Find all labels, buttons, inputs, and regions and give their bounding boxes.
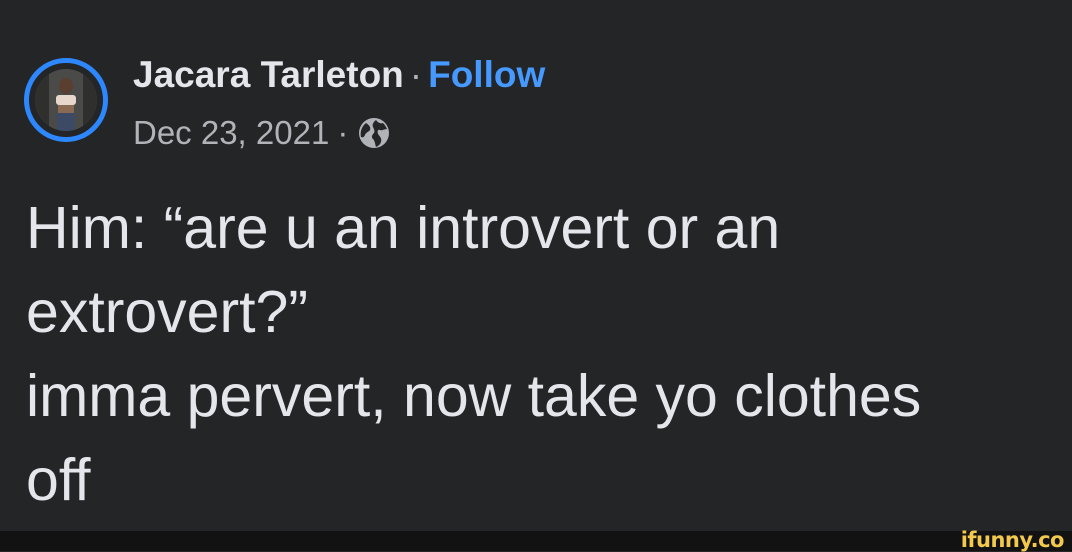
ifunny-watermark: ifunny.co — [960, 528, 1065, 552]
profile-photo — [35, 69, 97, 131]
author-separator: · — [409, 54, 423, 95]
post-meta: Dec 23, 2021 · — [133, 113, 392, 153]
post-text-line: Him: “are u an introvert or an — [26, 195, 781, 261]
globe-icon — [356, 115, 392, 151]
post-text-line: extrovert?” — [26, 279, 308, 345]
avatar[interactable] — [24, 58, 108, 142]
meta-separator: · — [337, 114, 349, 151]
post-text-line: off — [26, 447, 91, 513]
follow-button[interactable]: Follow — [428, 54, 545, 95]
post-card: Jacara Tarleton · Follow Dec 23, 2021 · Hi… — [0, 0, 1072, 531]
author-name[interactable]: Jacara Tarleton — [133, 54, 404, 95]
post-text: Him: “are u an introvert or an extrovert… — [26, 186, 1066, 522]
post-text-line: imma pervert, now take yo clothes — [26, 363, 922, 429]
author-line: Jacara Tarleton · Follow — [133, 52, 545, 98]
watermark-bar — [0, 531, 1072, 551]
post-date[interactable]: Dec 23, 2021 — [133, 113, 329, 153]
